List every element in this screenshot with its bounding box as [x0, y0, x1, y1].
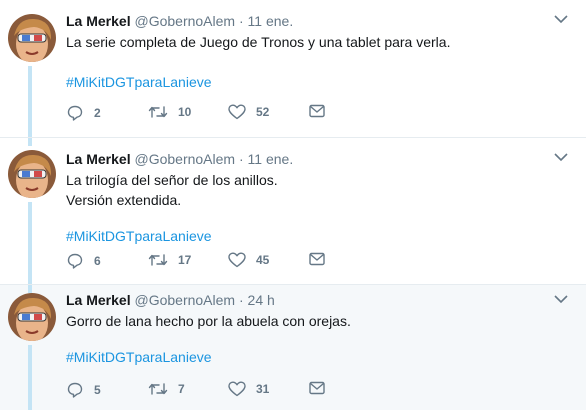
chevron-down-icon[interactable] — [554, 294, 568, 304]
tweet[interactable]: La Merkel @GobernoAlem · 11 ene. La tril… — [0, 138, 586, 285]
like-count: 31 — [256, 382, 270, 396]
retweet-button[interactable]: 10 — [148, 104, 191, 120]
heart-icon — [228, 252, 246, 268]
direct-message-button[interactable] — [309, 381, 325, 395]
timestamp[interactable]: 11 ene. — [248, 151, 294, 167]
action-bar: 5 7 31 — [66, 381, 336, 401]
timestamp[interactable]: 11 ene. — [248, 13, 294, 29]
tweet[interactable]: La Merkel @GobernoAlem · 11 ene. La seri… — [0, 0, 586, 137]
heart-icon — [228, 104, 246, 120]
retweet-count: 17 — [178, 253, 192, 267]
tweet-header: La Merkel @GobernoAlem · 11 ene. — [66, 12, 293, 30]
avatar-image — [8, 293, 56, 341]
reply-icon — [67, 253, 83, 269]
separator-dot: · — [238, 13, 244, 29]
timestamp[interactable]: 24 h — [248, 292, 275, 308]
avatar-image — [8, 14, 56, 62]
thread-line — [28, 66, 32, 137]
direct-message-button[interactable] — [309, 104, 325, 118]
action-bar: 6 17 45 — [66, 252, 336, 272]
display-name[interactable]: La Merkel — [66, 151, 131, 167]
user-handle[interactable]: @GobernoAlem — [134, 13, 235, 29]
retweet-count: 10 — [178, 105, 192, 119]
tweet-text-line: Versión extendida. — [66, 192, 182, 208]
retweet-icon — [148, 106, 168, 118]
reply-button[interactable]: 6 — [66, 252, 101, 270]
reply-count: 6 — [94, 254, 101, 268]
thread-line — [28, 202, 32, 285]
chevron-down-icon[interactable] — [554, 14, 568, 24]
thread-line — [28, 138, 32, 146]
user-handle[interactable]: @GobernoAlem — [134, 151, 235, 167]
thread-line — [28, 345, 32, 410]
action-bar: 2 10 52 — [66, 104, 336, 124]
user-handle[interactable]: @GobernoAlem — [134, 292, 235, 308]
avatar[interactable] — [8, 14, 56, 62]
retweet-button[interactable]: 17 — [148, 252, 191, 268]
retweet-count: 7 — [178, 382, 185, 396]
display-name[interactable]: La Merkel — [66, 13, 131, 29]
reply-icon — [67, 382, 83, 398]
reply-button[interactable]: 2 — [66, 104, 101, 122]
display-name[interactable]: La Merkel — [66, 292, 131, 308]
envelope-icon — [309, 104, 325, 118]
reply-count: 5 — [94, 383, 101, 397]
tweet-text-line: La trilogía del señor de los anillos. — [66, 172, 278, 188]
thread-line — [28, 285, 32, 293]
direct-message-button[interactable] — [309, 252, 325, 266]
like-button[interactable]: 52 — [228, 104, 269, 120]
tweet-text: La serie completa de Juego de Tronos y u… — [66, 32, 566, 92]
retweet-button[interactable]: 7 — [148, 381, 185, 397]
separator-dot: · — [238, 151, 244, 167]
chevron-down-icon[interactable] — [554, 152, 568, 162]
reply-icon — [67, 105, 83, 121]
tweet-text-line: La serie completa de Juego de Tronos y u… — [66, 34, 451, 50]
tweet[interactable]: La Merkel @GobernoAlem · 24 h Gorro de l… — [0, 285, 586, 410]
envelope-icon — [309, 252, 325, 266]
hashtag-link[interactable]: #MiKitDGTparaLanieve — [66, 72, 566, 92]
like-count: 52 — [256, 105, 270, 119]
avatar[interactable] — [8, 293, 56, 341]
like-button[interactable]: 45 — [228, 252, 269, 268]
heart-icon — [228, 381, 246, 397]
reply-button[interactable]: 5 — [66, 381, 101, 399]
retweet-icon — [148, 254, 168, 266]
like-count: 45 — [256, 253, 270, 267]
retweet-icon — [148, 383, 168, 395]
avatar-image — [8, 150, 56, 198]
hashtag-link[interactable]: #MiKitDGTparaLanieve — [66, 226, 566, 246]
tweet-text: Gorro de lana hecho por la abuela con or… — [66, 311, 566, 367]
like-button[interactable]: 31 — [228, 381, 269, 397]
tweet-header: La Merkel @GobernoAlem · 24 h — [66, 291, 275, 309]
envelope-icon — [309, 381, 325, 395]
avatar[interactable] — [8, 150, 56, 198]
hashtag-link[interactable]: #MiKitDGTparaLanieve — [66, 347, 566, 367]
separator-dot: · — [238, 292, 244, 308]
reply-count: 2 — [94, 106, 101, 120]
tweet-header: La Merkel @GobernoAlem · 11 ene. — [66, 150, 293, 168]
tweet-text-line: Gorro de lana hecho por la abuela con or… — [66, 313, 351, 329]
tweet-text: La trilogía del señor de los anillos. Ve… — [66, 170, 566, 246]
tweet-feed: La Merkel @GobernoAlem · 11 ene. La seri… — [0, 0, 586, 410]
